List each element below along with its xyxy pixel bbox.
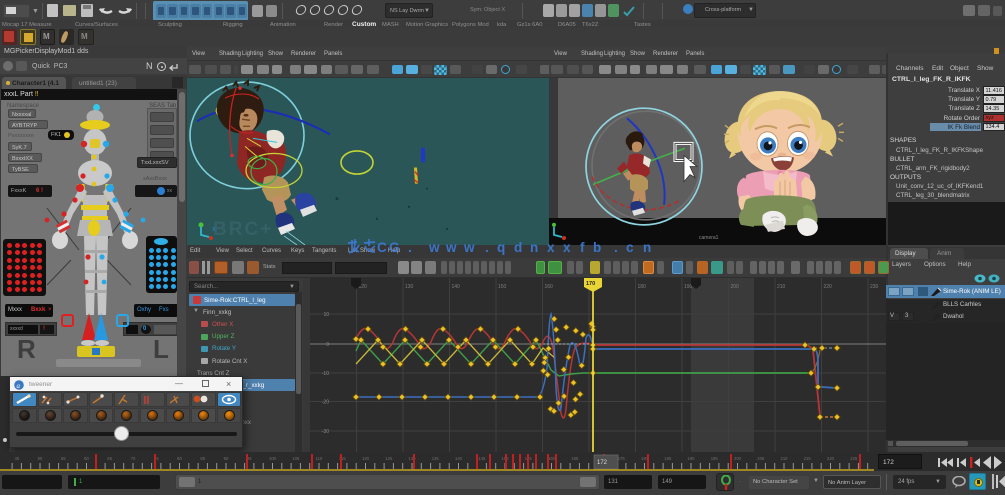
svg-text:f: f — [580, 240, 585, 255]
svg-text:.: . — [408, 240, 412, 255]
svg-text:185: 185 — [664, 456, 672, 461]
svg-text:135: 135 — [432, 456, 440, 461]
svg-text:w: w — [463, 240, 475, 255]
svg-text:a: a — [17, 382, 21, 390]
svg-text:220: 220 — [824, 284, 833, 290]
svg-text:230: 230 — [870, 284, 879, 290]
svg-text:160: 160 — [548, 456, 556, 461]
svg-text:125: 125 — [385, 456, 393, 461]
svg-text:45: 45 — [14, 456, 19, 461]
svg-text:165: 165 — [571, 456, 579, 461]
svg-text:105: 105 — [292, 456, 300, 461]
svg-text:.: . — [614, 240, 618, 255]
svg-text:55: 55 — [61, 456, 66, 461]
svg-text:85: 85 — [200, 456, 205, 461]
svg-text:n: n — [530, 240, 538, 255]
svg-text:140: 140 — [452, 284, 461, 290]
svg-text:160: 160 — [545, 284, 554, 290]
svg-text:215: 215 — [804, 456, 812, 461]
svg-text:145: 145 — [478, 456, 486, 461]
svg-text:130: 130 — [409, 456, 417, 461]
svg-text:205: 205 — [757, 456, 765, 461]
svg-text:50: 50 — [38, 456, 43, 461]
svg-text:w: w — [445, 240, 457, 255]
svg-text:n: n — [643, 240, 651, 255]
svg-text:220: 220 — [827, 456, 835, 461]
svg-text:180: 180 — [638, 284, 647, 290]
svg-text:100: 100 — [269, 456, 277, 461]
svg-text:210: 210 — [781, 456, 789, 461]
svg-text:60: 60 — [84, 456, 89, 461]
svg-text:120: 120 — [362, 456, 370, 461]
svg-text:.: . — [485, 240, 489, 255]
svg-text:q: q — [497, 240, 505, 255]
svg-text:172: 172 — [597, 460, 608, 466]
svg-text:10: 10 — [323, 312, 329, 318]
svg-text:G: G — [389, 240, 400, 255]
svg-text:140: 140 — [455, 456, 463, 461]
svg-text:210: 210 — [777, 284, 786, 290]
svg-text:90: 90 — [224, 456, 229, 461]
svg-text:x: x — [547, 240, 555, 255]
svg-text:170: 170 — [586, 281, 595, 287]
svg-text:c: c — [626, 240, 634, 255]
svg-text:70: 70 — [131, 456, 136, 461]
svg-text:0: 0 — [326, 342, 329, 348]
svg-text:175: 175 — [618, 456, 626, 461]
svg-text:d: d — [514, 240, 522, 255]
svg-text:C: C — [377, 240, 387, 255]
svg-text:150: 150 — [498, 284, 507, 290]
svg-text:195: 195 — [711, 456, 719, 461]
svg-text:-10: -10 — [322, 371, 329, 377]
svg-text:225: 225 — [850, 456, 858, 461]
svg-text:x: x — [563, 240, 571, 255]
svg-text:w: w — [428, 240, 440, 255]
svg-text:200: 200 — [731, 284, 740, 290]
svg-text:200: 200 — [734, 456, 742, 461]
svg-text:-30: -30 — [322, 429, 329, 435]
svg-text:80: 80 — [177, 456, 182, 461]
svg-text:b: b — [593, 240, 601, 255]
svg-text:130: 130 — [405, 284, 414, 290]
svg-text:110: 110 — [316, 456, 323, 461]
svg-text:190: 190 — [688, 456, 696, 461]
svg-text:65: 65 — [107, 456, 112, 461]
svg-text:-20: -20 — [322, 400, 329, 406]
svg-text:115: 115 — [339, 456, 346, 461]
